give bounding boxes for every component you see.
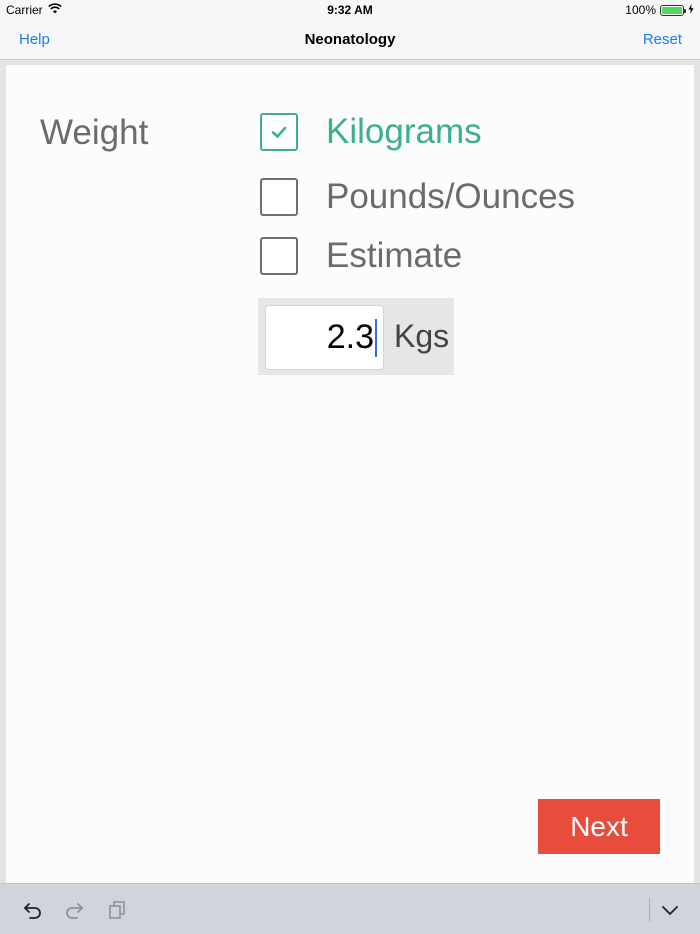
weight-panel: Weight Kilograms Pounds/Ounces Estimate … [6,65,694,883]
undo-icon[interactable] [22,899,44,921]
checkmark-icon [271,126,287,138]
status-right: 100% [625,3,694,17]
paste-icon[interactable] [106,899,128,921]
page-title: Neonatology [304,31,396,48]
weight-input-value: 2.3 [326,318,374,356]
text-caret [375,318,377,357]
status-bar: Carrier 9:32 AM 100% [0,0,700,20]
battery-percent: 100% [625,3,656,17]
content-frame: Weight Kilograms Pounds/Ounces Estimate … [0,60,700,883]
toolbar-divider [649,898,650,922]
unit-label: Kgs [394,318,450,354]
checkbox-estimate[interactable] [260,237,298,275]
weight-label: Weight [40,113,149,152]
option-kilograms[interactable]: Kilograms [260,112,482,152]
option-estimate[interactable]: Estimate [260,236,462,276]
weight-input-group: 2.3 Kgs [258,298,454,375]
status-time: 9:32 AM [327,3,373,17]
reset-button[interactable]: Reset [643,31,682,48]
charging-icon [688,3,694,17]
dismiss-keyboard-icon[interactable] [659,899,681,921]
redo-icon[interactable] [63,899,85,921]
next-button[interactable]: Next [538,799,660,854]
option-kilograms-label: Kilograms [326,112,482,151]
checkbox-kilograms[interactable] [260,113,298,151]
option-estimate-label: Estimate [326,236,463,275]
checkbox-pounds-ounces[interactable] [260,178,298,216]
keyboard-toolbar [0,883,700,934]
option-pounds-ounces[interactable]: Pounds/Ounces [260,177,575,217]
battery-icon [660,4,686,16]
weight-input[interactable]: 2.3 [265,305,384,370]
navigation-bar: Help Neonatology Reset [0,20,700,60]
option-pounds-ounces-label: Pounds/Ounces [326,177,576,216]
